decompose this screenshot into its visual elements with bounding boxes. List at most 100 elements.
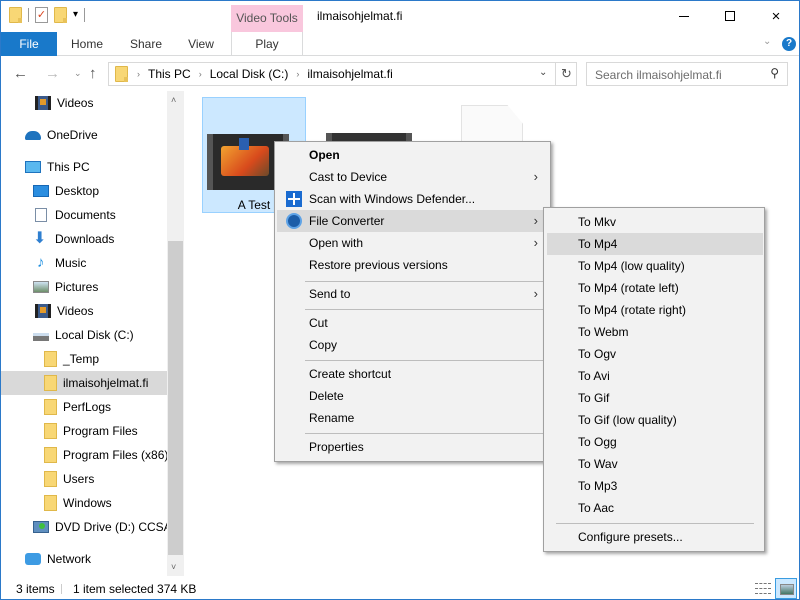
- item-count: 3 items: [16, 582, 55, 596]
- submenu-item-to-ogg[interactable]: To Ogg: [547, 431, 763, 453]
- submenu-item-to-wav[interactable]: To Wav: [547, 453, 763, 475]
- submenu-item-to-mp4-rotate-right[interactable]: To Mp4 (rotate right): [547, 299, 763, 321]
- sidebar-item-network[interactable]: Network: [1, 547, 169, 571]
- submenu-arrow-icon: ›: [533, 213, 538, 228]
- menu-item-restore-previous[interactable]: Restore previous versions: [277, 254, 548, 276]
- close-button[interactable]: ×: [753, 1, 799, 31]
- details-view-icon[interactable]: [755, 580, 771, 596]
- submenu-item-to-webm[interactable]: To Webm: [547, 321, 763, 343]
- tab-play[interactable]: Play: [231, 32, 303, 56]
- breadcrumb-current-folder[interactable]: ilmaisohjelmat.fi: [307, 67, 392, 81]
- sidebar-item-label: Videos: [57, 96, 94, 110]
- sidebar-item-downloads[interactable]: ⬇ Downloads: [1, 227, 169, 251]
- sidebar-item-program-files-x86[interactable]: Program Files (x86): [1, 443, 169, 467]
- menu-item-create-shortcut[interactable]: Create shortcut: [277, 363, 548, 385]
- sidebar-item-documents[interactable]: Documents: [1, 203, 169, 227]
- tab-file[interactable]: File: [1, 32, 57, 56]
- breadcrumb-separator-icon[interactable]: ›: [199, 69, 202, 79]
- menu-item-open-with[interactable]: Open with ›: [277, 232, 548, 254]
- menu-item-rename[interactable]: Rename: [277, 407, 548, 429]
- sidebar-item-label: Network: [47, 552, 92, 566]
- menu-item-cut[interactable]: Cut: [277, 312, 548, 334]
- menu-item-send-to[interactable]: Send to ›: [277, 283, 548, 305]
- menu-item-label: To Gif: [578, 391, 610, 405]
- address-history-dropdown-icon[interactable]: ⌄: [539, 67, 547, 78]
- expand-ribbon-icon[interactable]: ⌄: [763, 36, 771, 47]
- menu-item-label: Restore previous versions: [309, 258, 448, 272]
- video-tools-context-header: Video Tools: [231, 5, 303, 32]
- windows-defender-icon: [286, 191, 302, 207]
- folder-icon: [44, 447, 57, 463]
- sidebar-item-videos[interactable]: Videos: [1, 299, 169, 323]
- tab-view[interactable]: View: [179, 32, 223, 56]
- menu-item-delete[interactable]: Delete: [277, 385, 548, 407]
- menu-item-open[interactable]: Open: [277, 144, 548, 166]
- submenu-item-to-aac[interactable]: To Aac: [547, 497, 763, 519]
- sidebar-item-windows[interactable]: Windows: [1, 491, 169, 515]
- submenu-item-to-mp4[interactable]: To Mp4: [547, 233, 763, 255]
- scrollbar-thumb[interactable]: [168, 241, 183, 555]
- menu-separator: [556, 523, 754, 524]
- refresh-button[interactable]: ↻: [555, 63, 577, 85]
- new-folder-icon[interactable]: [54, 7, 67, 23]
- submenu-item-to-gif[interactable]: To Gif: [547, 387, 763, 409]
- search-icon[interactable]: ⚲: [770, 66, 779, 80]
- sidebar-item-desktop[interactable]: Desktop: [1, 179, 169, 203]
- submenu-item-to-mp4-low[interactable]: To Mp4 (low quality): [547, 255, 763, 277]
- back-button[interactable]: ←: [13, 65, 28, 82]
- navigation-pane: Videos OneDrive This PC Desktop Document…: [1, 91, 184, 576]
- file-converter-submenu: To Mkv To Mp4 To Mp4 (low quality) To Mp…: [543, 207, 765, 552]
- submenu-item-to-mkv[interactable]: To Mkv: [547, 211, 763, 233]
- search-input[interactable]: Search ilmaisohjelmat.fi ⚲: [586, 62, 788, 86]
- forward-button[interactable]: →: [45, 65, 60, 82]
- folder-icon[interactable]: [9, 7, 22, 23]
- tab-share[interactable]: Share: [125, 32, 167, 56]
- sidebar-scrollbar[interactable]: ˄ ˅: [167, 91, 184, 576]
- submenu-item-to-gif-low[interactable]: To Gif (low quality): [547, 409, 763, 431]
- menu-item-file-converter[interactable]: File Converter ›: [277, 210, 548, 232]
- submenu-item-to-mp4-rotate-left[interactable]: To Mp4 (rotate left): [547, 277, 763, 299]
- scroll-down-icon[interactable]: ˅: [171, 562, 176, 572]
- sidebar-item-perflogs[interactable]: PerfLogs: [1, 395, 169, 419]
- submenu-item-to-mp3[interactable]: To Mp3: [547, 475, 763, 497]
- sidebar-item-label: Documents: [55, 208, 116, 222]
- submenu-item-configure-presets[interactable]: Configure presets...: [547, 526, 763, 548]
- sidebar-item-temp[interactable]: _Temp: [1, 347, 169, 371]
- up-button[interactable]: ↑: [89, 65, 97, 82]
- breadcrumb-local-disk[interactable]: Local Disk (C:): [210, 67, 289, 81]
- scroll-up-icon[interactable]: ˄: [171, 95, 176, 105]
- recent-locations-icon[interactable]: ⌄: [74, 68, 82, 79]
- properties-icon[interactable]: ✓: [35, 7, 48, 23]
- maximize-button[interactable]: [707, 1, 753, 31]
- submenu-item-to-avi[interactable]: To Avi: [547, 365, 763, 387]
- menu-item-label: Rename: [309, 411, 355, 425]
- breadcrumb-this-pc[interactable]: This PC: [148, 67, 191, 81]
- sidebar-item-program-files[interactable]: Program Files: [1, 419, 169, 443]
- sidebar-item-label: This PC: [47, 160, 90, 174]
- breadcrumb-separator-icon[interactable]: ›: [296, 69, 299, 79]
- large-icons-view-icon[interactable]: [775, 578, 797, 599]
- submenu-item-to-ogv[interactable]: To Ogv: [547, 343, 763, 365]
- sidebar-item-pictures[interactable]: Pictures: [1, 275, 169, 299]
- menu-item-label: Cut: [309, 316, 328, 330]
- sidebar-item-music[interactable]: ♪ Music: [1, 251, 169, 275]
- sidebar-item-local-disk[interactable]: Local Disk (C:): [1, 323, 169, 347]
- sidebar-item-onedrive[interactable]: OneDrive: [1, 123, 169, 147]
- sidebar-item-ilmaisohjelmat[interactable]: ilmaisohjelmat.fi: [1, 371, 169, 395]
- menu-item-copy[interactable]: Copy: [277, 334, 548, 356]
- video-icon: [35, 304, 51, 318]
- tab-home[interactable]: Home: [61, 32, 113, 56]
- sidebar-item-this-pc[interactable]: This PC: [1, 155, 169, 179]
- sidebar-item-dvd-drive[interactable]: DVD Drive (D:) CCSA_: [1, 515, 178, 539]
- desktop-icon: [33, 185, 49, 197]
- sidebar-item-users[interactable]: Users: [1, 467, 169, 491]
- help-icon[interactable]: ?: [782, 37, 796, 51]
- menu-item-scan-defender[interactable]: Scan with Windows Defender...: [277, 188, 548, 210]
- menu-item-cast-to-device[interactable]: Cast to Device ›: [277, 166, 548, 188]
- menu-item-properties[interactable]: Properties: [277, 436, 548, 458]
- dvd-drive-icon: [33, 521, 49, 533]
- sidebar-item-videos[interactable]: Videos: [1, 91, 169, 115]
- minimize-button[interactable]: [661, 1, 707, 31]
- address-bar[interactable]: › This PC › Local Disk (C:) › ilmaisohje…: [108, 62, 577, 86]
- customize-dropdown-icon[interactable]: ▾: [73, 10, 78, 20]
